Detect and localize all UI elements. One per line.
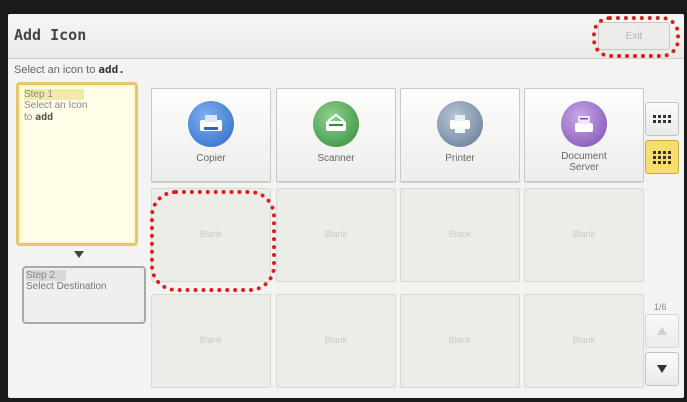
tile-label: Blank — [448, 335, 472, 345]
tile-blank[interactable]: Blank — [276, 188, 396, 282]
small-grid-icon — [653, 115, 671, 123]
tile-blank[interactable]: Blank — [151, 188, 271, 282]
printer-icon — [437, 101, 483, 147]
tile-label: Blank — [324, 335, 348, 345]
chevron-up-icon — [657, 327, 667, 335]
page-up-button[interactable] — [645, 314, 679, 348]
instruction-emphasis: add. — [98, 63, 125, 76]
tile-printer[interactable]: Printer — [400, 88, 520, 182]
chevron-down-icon — [657, 365, 667, 373]
scanner-icon — [313, 101, 359, 147]
tile-blank[interactable]: Blank — [400, 294, 520, 388]
instruction-prefix: Select an icon to — [14, 64, 99, 76]
page-title: Add Icon — [14, 26, 87, 44]
tile-document-server[interactable]: Document Server — [524, 88, 644, 182]
step-1-to: to — [24, 112, 36, 123]
tile-scanner[interactable]: Scanner — [276, 88, 396, 182]
view-large-grid-button[interactable] — [645, 140, 679, 174]
tile-blank[interactable]: Blank — [524, 294, 644, 388]
view-small-grid-button[interactable] — [645, 102, 679, 136]
tile-label: Blank — [448, 229, 472, 239]
tile-label: Blank — [324, 229, 348, 239]
copier-icon — [188, 101, 234, 147]
tile-blank[interactable]: Blank — [276, 294, 396, 388]
step-1-panel: Step 1 Select an Icon to add — [16, 82, 138, 246]
step-1-text-line1: Select an Icon — [24, 100, 88, 111]
tile-label: Blank — [199, 335, 223, 345]
touch-screen: Add Icon Exit Select an icon to add. Ste… — [8, 14, 684, 398]
tile-label: Copier — [196, 153, 226, 164]
page-down-button[interactable] — [645, 352, 679, 386]
tile-label: Printer — [445, 153, 475, 164]
document-server-icon — [561, 101, 607, 147]
step-arrow-down-icon — [74, 251, 84, 258]
step-1-add: add — [35, 112, 54, 123]
tile-label: Scanner — [317, 153, 355, 164]
tile-copier[interactable]: Copier — [151, 88, 271, 182]
instruction-text: Select an icon to add. — [14, 63, 125, 76]
tile-blank[interactable]: Blank — [400, 188, 520, 282]
step-1-label: Step 1 — [24, 89, 84, 100]
tile-label: Document Server — [561, 151, 607, 173]
step-2-text: Select Destination — [26, 281, 107, 292]
step-1-text-line2: to add — [24, 112, 135, 124]
tile-label: Blank — [572, 335, 596, 345]
large-grid-icon — [653, 150, 671, 164]
step-2-panel: Step 2 Select Destination — [22, 266, 146, 324]
tile-label: Blank — [572, 229, 596, 239]
title-bar: Add Icon Exit — [8, 14, 684, 59]
exit-button[interactable]: Exit — [598, 22, 670, 50]
step-2-label: Step 2 — [26, 270, 66, 281]
tile-blank[interactable]: Blank — [151, 294, 271, 388]
page-indicator: 1/6 — [654, 302, 667, 312]
tile-label: Blank — [199, 229, 223, 239]
tile-blank[interactable]: Blank — [524, 188, 644, 282]
